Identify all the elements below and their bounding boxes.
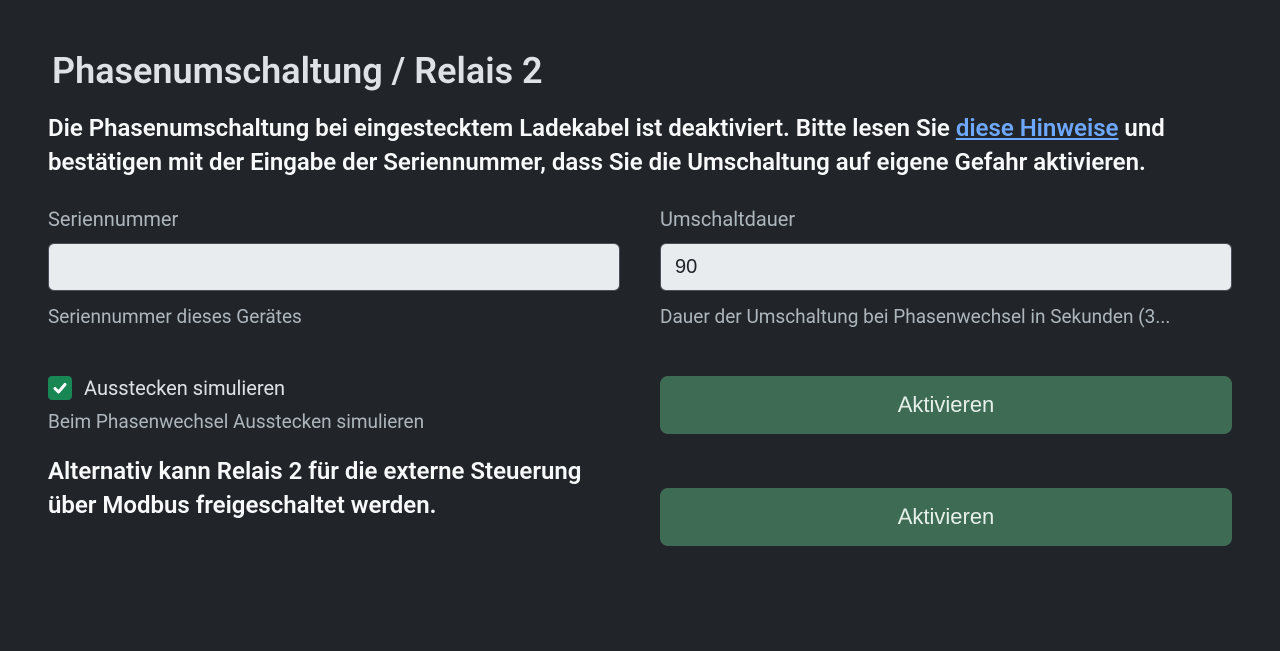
serial-number-group: Seriennummer Seriennummer dieses Gerätes — [48, 207, 620, 328]
switch-duration-label: Umschaltdauer — [660, 207, 1232, 231]
modbus-alternative-text: Alternativ kann Relais 2 für die externe… — [48, 455, 620, 522]
switch-duration-group: Umschaltdauer Dauer der Umschaltung bei … — [660, 207, 1232, 328]
activate-modbus-button[interactable]: Aktivieren — [660, 488, 1232, 546]
description-text-before: Die Phasenumschaltung bei eingestecktem … — [48, 114, 956, 142]
simulate-unplug-help: Beim Phasenwechsel Ausstecken simulieren — [48, 410, 620, 433]
serial-number-label: Seriennummer — [48, 207, 620, 231]
activate-phase-switching-button[interactable]: Aktivieren — [660, 376, 1232, 434]
warning-description: Die Phasenumschaltung bei eingestecktem … — [48, 112, 1232, 179]
checkbox-checked-icon — [48, 376, 72, 400]
simulate-unplug-checkbox-row[interactable]: Ausstecken simulieren — [48, 376, 620, 400]
simulate-unplug-label: Ausstecken simulieren — [84, 376, 285, 400]
switch-duration-input[interactable] — [660, 243, 1232, 291]
hints-link[interactable]: diese Hinweise — [956, 114, 1119, 142]
serial-number-help: Seriennummer dieses Gerätes — [48, 305, 620, 328]
page-title: Phasenumschaltung / Relais 2 — [52, 50, 1232, 92]
switch-duration-help: Dauer der Umschaltung bei Phasenwechsel … — [660, 305, 1232, 328]
serial-number-input[interactable] — [48, 243, 620, 291]
